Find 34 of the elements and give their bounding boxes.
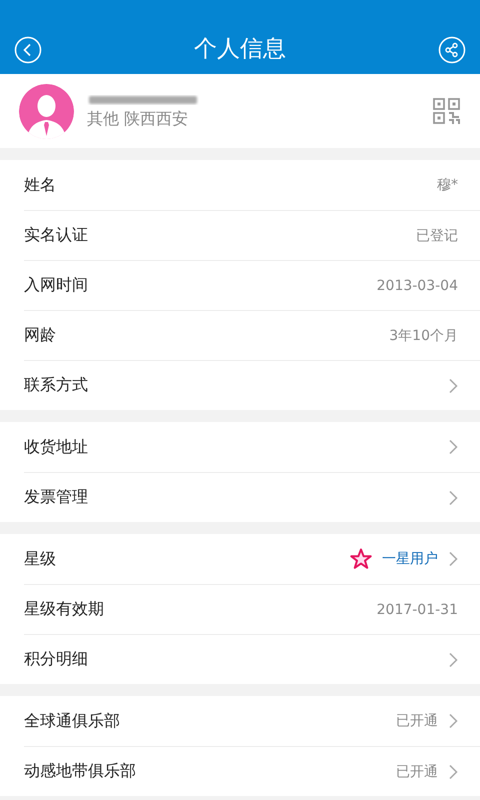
row-label: 姓名 bbox=[24, 174, 56, 196]
row-label: 星级有效期 bbox=[24, 599, 104, 620]
row-value: 穆* bbox=[437, 176, 458, 194]
row-value: 已开通 bbox=[396, 762, 438, 780]
row-label: 收货地址 bbox=[24, 436, 88, 458]
star-level-text: 一星用户 bbox=[382, 550, 438, 568]
row-label: 全球通俱乐部 bbox=[24, 710, 120, 732]
row-label: 发票管理 bbox=[24, 487, 88, 508]
row-value: 2013-03-04 bbox=[376, 278, 458, 294]
star-icon bbox=[350, 548, 372, 570]
avatar-icon bbox=[19, 84, 74, 138]
chevron-right-icon[interactable] bbox=[448, 713, 458, 729]
page-title: 个人信息 bbox=[193, 35, 287, 64]
row-label: 网龄 bbox=[24, 325, 56, 346]
chevron-right-icon[interactable] bbox=[448, 490, 458, 506]
row-value: 2017-01-31 bbox=[376, 602, 458, 618]
row-value: 已开通 bbox=[396, 712, 438, 730]
chevron-right-icon[interactable] bbox=[448, 378, 458, 394]
chevron-right-icon[interactable] bbox=[448, 551, 458, 567]
row-label: 实名认证 bbox=[24, 225, 88, 246]
row-label: 联系方式 bbox=[24, 375, 88, 396]
chevron-right-icon[interactable] bbox=[448, 764, 458, 780]
chevron-right-icon[interactable] bbox=[448, 652, 458, 668]
share-icon[interactable] bbox=[438, 36, 466, 64]
row-value: 3年10个月 bbox=[389, 326, 458, 344]
qr-code-icon[interactable] bbox=[433, 98, 460, 124]
row-value: 已登记 bbox=[416, 226, 458, 244]
row-label: 动感地带俱乐部 bbox=[24, 761, 136, 782]
row-label: 积分明细 bbox=[24, 649, 88, 670]
row-label: 入网时间 bbox=[24, 275, 88, 296]
back-icon[interactable] bbox=[14, 36, 42, 64]
user-location: 其他 陕西西安 bbox=[87, 108, 190, 130]
chevron-right-icon[interactable] bbox=[448, 439, 458, 455]
row-label: 星级 bbox=[24, 548, 56, 570]
